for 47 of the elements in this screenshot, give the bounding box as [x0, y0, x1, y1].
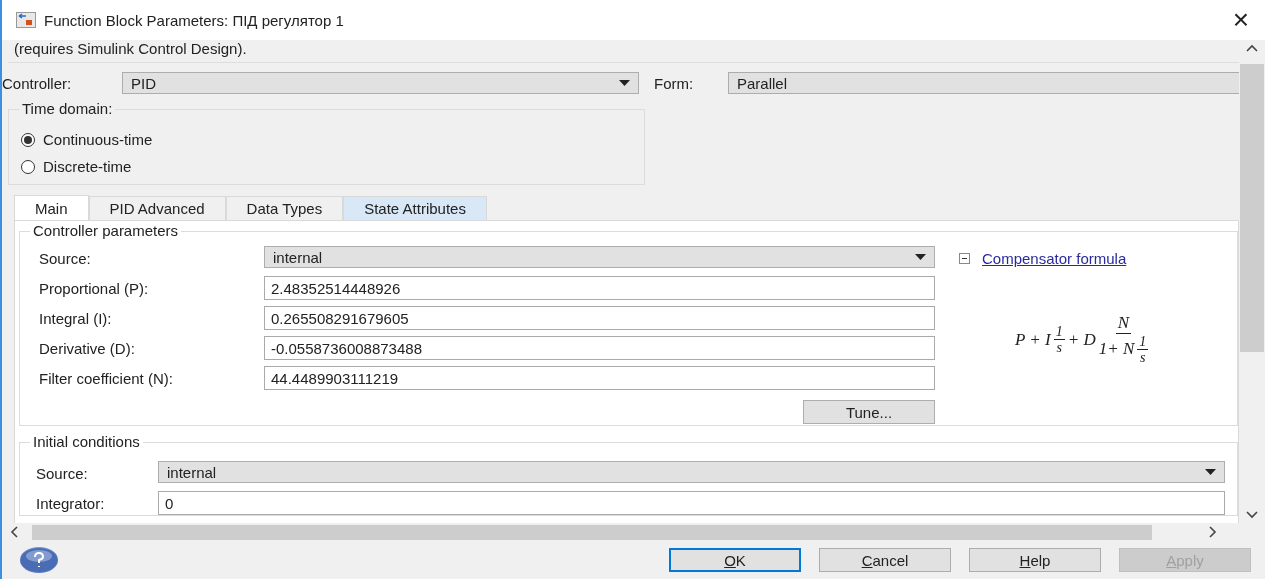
tab[interactable]: PID Advanced	[88, 196, 226, 220]
parameter-label: Filter coefficient (N):	[39, 368, 174, 389]
group-title: Initial conditions	[30, 433, 143, 450]
dialog-button[interactable]: Help	[969, 548, 1101, 572]
close-button[interactable]: ×	[1228, 6, 1253, 34]
dropdown-arrow-icon	[915, 254, 926, 260]
scrollbar-thumb[interactable]	[1240, 64, 1264, 352]
source-dropdown[interactable]: internal	[264, 246, 935, 268]
dialog-button[interactable]: Cancel	[819, 548, 951, 572]
scroll-up-icon[interactable]	[1246, 44, 1258, 52]
form-field[interactable]: Parallel	[728, 72, 1239, 94]
parameter-field[interactable]: -0.0558736008873488	[264, 336, 935, 360]
parameter-field[interactable]: 44.4489903111219	[264, 366, 935, 390]
collapse-icon[interactable]	[959, 252, 970, 264]
parameter-label: Integral (I):	[39, 308, 113, 329]
scroll-down-icon[interactable]	[1246, 511, 1258, 519]
radio-option[interactable]: Discrete-time	[21, 153, 132, 180]
window-title: Function Block Parameters: ПІД регулятор 1	[44, 11, 345, 29]
scroll-right-icon[interactable]	[1209, 526, 1217, 538]
tune-button[interactable]: Tune...	[803, 400, 935, 424]
radio-option[interactable]: Continuous-time	[21, 126, 153, 153]
description-text: (requires Simulink Control Design).	[14, 40, 247, 57]
parameter-label: Proportional (P):	[39, 278, 150, 299]
integrator-field[interactable]: 0	[158, 491, 1225, 515]
scrollbar-thumb[interactable]	[32, 524, 1152, 540]
parameter-field[interactable]: 0.265508291679605	[264, 306, 935, 330]
tab[interactable]: Data Types	[225, 196, 344, 220]
compensator-formula-link[interactable]: Compensator formula	[982, 249, 1127, 267]
scroll-left-icon[interactable]	[10, 526, 18, 538]
form-label: Form:	[654, 74, 695, 92]
tab[interactable]: State Attributes	[343, 196, 487, 220]
parameter-label: Derivative (D):	[39, 338, 136, 359]
dialog-button[interactable]: OK	[669, 548, 801, 572]
help-icon[interactable]	[20, 547, 58, 573]
window-icon	[16, 12, 36, 28]
integrator-label: Integrator:	[36, 493, 106, 514]
source-dropdown[interactable]: internal	[158, 461, 1225, 483]
dropdown-arrow-icon	[619, 80, 630, 86]
controller-label: Controller:	[2, 74, 73, 92]
parameter-field[interactable]: 2.48352514448926	[264, 276, 935, 300]
group-title: Time domain:	[19, 100, 116, 117]
controller-dropdown[interactable]: PID	[122, 72, 639, 94]
source-label: Source:	[36, 463, 89, 484]
tab[interactable]: Main	[14, 195, 89, 220]
source-label: Source:	[39, 248, 92, 269]
dropdown-arrow-icon	[1205, 469, 1216, 475]
group-title: Controller parameters	[30, 222, 182, 239]
